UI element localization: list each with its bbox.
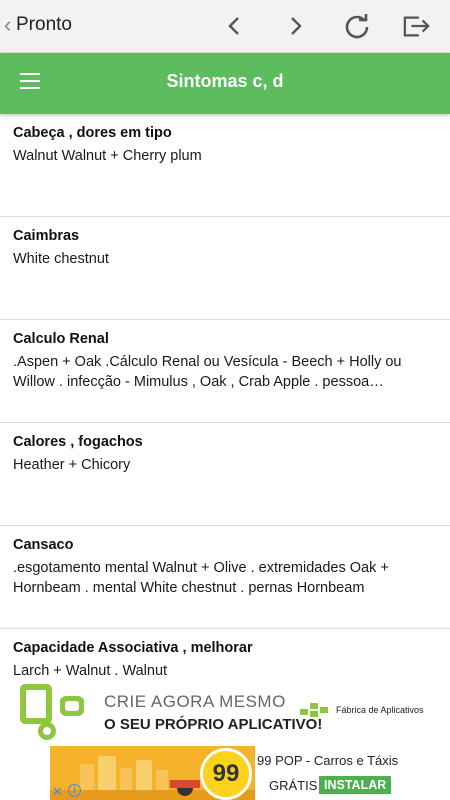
symptom-list: Cabeça , dores em tipo Walnut Walnut + C… xyxy=(0,114,450,680)
ad-free-label: GRÁTIS xyxy=(269,778,318,793)
item-title: Cansaco xyxy=(13,537,74,553)
app-header: Sintomas c, d xyxy=(0,53,450,114)
chevron-right-icon[interactable] xyxy=(282,12,310,40)
item-description: White chestnut xyxy=(13,251,109,267)
list-item[interactable]: Calores , fogachos Heather + Chicory xyxy=(0,423,450,526)
refresh-icon[interactable] xyxy=(343,12,371,40)
99-logo-badge: 99 xyxy=(200,748,252,800)
item-description: .Aspen + Oak .Cálculo Renal ou Vesícula … xyxy=(13,354,402,390)
back-label: Pronto xyxy=(16,14,72,35)
item-title: Calculo Renal xyxy=(13,331,109,347)
exit-icon[interactable] xyxy=(403,12,431,40)
item-title: Calores , fogachos xyxy=(13,434,143,450)
phone-icon xyxy=(20,684,52,724)
back-button[interactable]: ‹ Pronto xyxy=(4,13,72,37)
browser-toolbar: ‹ Pronto xyxy=(0,0,450,53)
ad-app-title: 99 POP - Carros e Táxis xyxy=(257,753,399,768)
list-item[interactable]: Caimbras White chestnut xyxy=(0,217,450,320)
ad-banner-app-builder[interactable]: CRIE AGORA MESMO O SEU PRÓPRIO APLICATIV… xyxy=(0,680,450,746)
item-description: Heather + Chicory xyxy=(13,457,131,473)
list-item[interactable]: Cabeça , dores em tipo Walnut Walnut + C… xyxy=(0,114,450,217)
gear-icon xyxy=(38,722,56,740)
item-description: Larch + Walnut . Walnut xyxy=(13,663,168,679)
item-title: Cabeça , dores em tipo xyxy=(13,125,172,141)
ad-headline: CRIE AGORA MESMO xyxy=(104,692,286,711)
ad-banner-99pop[interactable]: 99 99 POP - Carros e Táxis GRÁTIS INSTAL… xyxy=(50,746,400,800)
item-description: .esgotamento mental Walnut + Olive . ext… xyxy=(13,560,389,596)
brand-logo-icon xyxy=(300,703,330,717)
info-icon[interactable]: i xyxy=(68,784,81,797)
list-item[interactable]: Capacidade Associativa , melhorar Larch … xyxy=(0,629,450,680)
ad-subheadline: O SEU PRÓPRIO APLICATIVO! xyxy=(104,716,323,733)
install-button[interactable]: INSTALAR xyxy=(319,776,392,794)
close-icon[interactable]: ✕ xyxy=(52,784,63,800)
back-chevron-icon: ‹ xyxy=(4,12,12,37)
item-description: Walnut Walnut + Cherry plum xyxy=(13,148,202,164)
chevron-left-icon[interactable] xyxy=(220,12,248,40)
page-title: Sintomas c, d xyxy=(166,71,284,91)
list-item[interactable]: Cansaco .esgotamento mental Walnut + Oli… xyxy=(0,526,450,629)
chat-bubble-icon xyxy=(60,696,84,716)
list-item[interactable]: Calculo Renal .Aspen + Oak .Cálculo Rena… xyxy=(0,320,450,423)
ad-brand: Fábrica de Aplicativos xyxy=(300,703,424,717)
brand-name: Fábrica de Aplicativos xyxy=(336,705,424,715)
item-title: Capacidade Associativa , melhorar xyxy=(13,640,253,656)
item-title: Caimbras xyxy=(13,228,80,244)
